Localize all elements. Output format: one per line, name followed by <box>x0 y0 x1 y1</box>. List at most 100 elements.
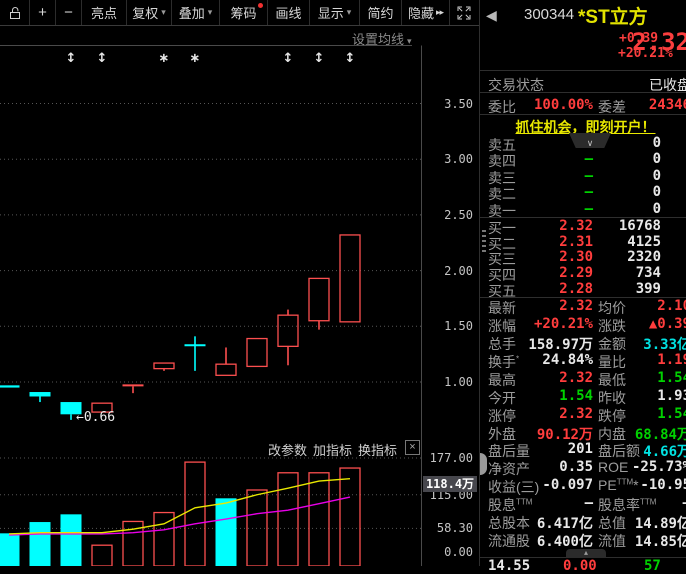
stat-value: 1.54 <box>657 405 686 422</box>
ask-price: — <box>584 184 593 201</box>
weibi-row: 委比 100.00% 委差 24346 <box>480 97 686 115</box>
weibi-value: 100.00% <box>533 97 593 113</box>
stat-row: 最新2.32均价2.10 <box>480 298 686 316</box>
bid-price: 2.31 <box>559 233 593 250</box>
event-marker-icon[interactable]: ↕ <box>345 51 356 66</box>
ask-price: — <box>584 167 593 184</box>
kline-chart: ↕ ↕ ∗ ∗ ↕ ↕ ↕ ←0.66 <box>0 45 422 566</box>
bid-volume: 16768 <box>618 218 661 234</box>
price-tick: 2.00 <box>444 263 473 278</box>
ma-setting-label: 设置均线 <box>352 32 405 47</box>
edit-params-button[interactable]: 改参数 <box>268 440 307 459</box>
volume-value-badge: 118.4万 <box>423 476 477 492</box>
panel-resize-handle[interactable] <box>480 453 487 475</box>
volume-bar <box>215 498 237 566</box>
add-indicator-button[interactable]: 加指标 <box>313 440 352 459</box>
chevron-down-icon: ∨ <box>586 138 594 148</box>
stat-value: 2.32 <box>559 298 593 314</box>
back-button[interactable]: ◀ <box>486 7 497 24</box>
stat-value: 1.54 <box>559 387 593 404</box>
stock-code: 300344 <box>524 6 575 23</box>
queue-collapse-tab[interactable]: ∨ <box>569 133 611 148</box>
event-marker-icon[interactable]: ∗ <box>190 51 201 66</box>
bid-row[interactable]: 买五 2.28 399 <box>480 280 686 299</box>
chart-area: ↕ ↕ ∗ ∗ ↕ ↕ ↕ ←0.66 设置均线 ▾ 改参数 加指标 换指标 × 3.50 3.0… <box>0 26 479 566</box>
stat-value: — <box>683 495 686 511</box>
bid-row[interactable]: 买四 2.29 734 <box>480 265 686 283</box>
volume-bar <box>0 533 20 566</box>
stat-row: 今开1.54昨收1.93 <box>480 388 686 406</box>
stat-value: -25.73% <box>631 459 686 476</box>
weicha-value: 24346 <box>648 97 686 113</box>
switch-indicator-button[interactable]: 换指标 <box>358 440 397 459</box>
volume-bar <box>308 472 330 566</box>
ask-row[interactable]: 卖一 —0 <box>480 200 686 219</box>
ask-row[interactable]: 卖三 —0 <box>480 167 686 186</box>
price-tick: 2.50 <box>444 207 473 222</box>
chevron-down-icon: ▾ <box>407 36 412 46</box>
stat-value: 2.32 <box>559 405 593 422</box>
bid-price: 2.29 <box>559 265 593 282</box>
stat-row: 股息TTM—股息率TTM— <box>480 495 686 513</box>
bid-price: 2.32 <box>559 218 593 234</box>
bid-price: 2.30 <box>559 249 593 266</box>
stat-value: +20.21% <box>533 315 593 332</box>
divider <box>480 92 686 93</box>
volume-bar <box>29 522 51 566</box>
volume-bar <box>339 467 361 566</box>
volume-ma5-line <box>8 478 351 535</box>
event-marker-icon[interactable]: ↕ <box>314 51 325 66</box>
candle-body <box>339 234 361 323</box>
stat-value: 1.54 <box>657 369 686 386</box>
divider <box>480 114 686 115</box>
ask-price: — <box>584 200 593 217</box>
ma-setting-button[interactable]: 设置均线 ▾ <box>352 29 412 48</box>
stat-value: 24.84% <box>542 351 593 368</box>
bid-row[interactable]: 买三 2.30 2320 <box>480 249 686 267</box>
event-marker-icon[interactable]: ↕ <box>283 51 294 66</box>
trade-status-row: 交易状态 已收盘 <box>480 75 686 93</box>
stat-row: 盘后量 201 盘后额 4.66万 <box>480 441 686 460</box>
volume-tick: 58.30 <box>436 521 473 535</box>
event-marker-icon[interactable]: ↕ <box>97 51 108 66</box>
ask-volume: 0 <box>652 135 661 151</box>
ask-row[interactable]: 卖四 —0 <box>480 151 686 169</box>
stat-row: 流通股 6.400亿 流值 14.85亿 <box>480 531 686 550</box>
stat-value: — <box>584 495 593 512</box>
stat-label: ROE <box>598 459 629 476</box>
bid-row[interactable]: 买二 2.31 4125 <box>480 233 686 252</box>
ask-volume: 0 <box>652 167 661 184</box>
close-indicator-button[interactable]: × <box>405 440 420 455</box>
bid-volume: 4125 <box>627 233 661 250</box>
stat-row: 净资产 0.35 ROE -25.73% <box>480 459 686 477</box>
price-change-pct: +20.21% <box>618 46 673 61</box>
bid-row[interactable]: 买一 2.32 16768 <box>480 218 686 236</box>
stat-row: 收益(三) -0.097 PETTM* -10.95 <box>480 477 686 495</box>
ask-volume: 0 <box>652 200 661 217</box>
chevron-up-icon: ▴ <box>583 548 588 557</box>
price-tick: 1.50 <box>444 319 473 334</box>
bid-volume: 399 <box>635 280 661 297</box>
ask-row[interactable]: 卖二 —0 <box>480 184 686 202</box>
volume-bar <box>184 461 206 566</box>
stat-row: 总手 158.97万 金额 3.33亿 <box>480 334 686 353</box>
price-tick: 3.00 <box>444 152 473 167</box>
divider <box>480 70 686 71</box>
event-marker-icon[interactable]: ↕ <box>66 51 77 66</box>
stat-row: 换手*24.84%量比1.19 <box>480 352 686 370</box>
panel-drag-handle[interactable] <box>482 230 486 252</box>
candle-body <box>153 362 175 370</box>
volume-tick: 0.00 <box>444 545 473 559</box>
price-change: +0.39 <box>619 31 659 46</box>
ask-volume: 0 <box>652 184 661 201</box>
panel-collapse-tab[interactable]: ▴ <box>566 549 606 558</box>
event-marker-icon[interactable]: ∗ <box>159 51 170 66</box>
candle-body <box>277 314 299 348</box>
quote-panel: ◀ 300344 *ST立方 2.32 +0.39 +20.21% 交易状态 已… <box>479 0 686 574</box>
stat-value: -10.95 <box>640 477 686 494</box>
volume-tick: 177.00 <box>429 451 473 465</box>
stock-app-window: + − 亮点 复权 ▾ 叠加 ▾ 筹码 画线 显示 ▾ 简约 隐藏 ▸▸ ↕ ↕ ∗ ∗ ↕ ↕ ↕… <box>0 0 686 574</box>
extra-value: 14.55 <box>488 558 531 574</box>
bid-price: 2.28 <box>559 280 593 297</box>
price-tick: 3.50 <box>444 96 473 111</box>
